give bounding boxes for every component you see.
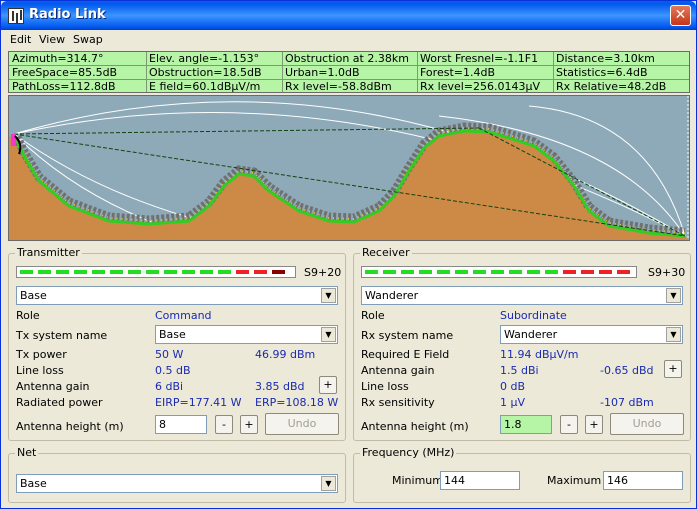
tx-role-value: Command — [155, 309, 212, 322]
info-elevation: Elev. angle=-1.153° — [149, 52, 260, 65]
rx-system-label: Rx system name — [361, 329, 454, 342]
rx-sens-label: Rx sensitivity — [361, 396, 435, 409]
info-rx-relative: Rx Relative=48.2dB — [556, 80, 667, 93]
net-group-label: Net — [15, 446, 39, 459]
net-value: Base — [20, 477, 47, 490]
tx-system-value: Base — [159, 328, 186, 341]
tx-gain-dbi: 6 dBi — [155, 380, 184, 393]
info-rx-level-dbm: Rx level=-58.8dBm — [285, 80, 392, 93]
rx-lineloss-label: Line loss — [361, 380, 409, 393]
frequency-min-input[interactable]: 144 — [440, 471, 520, 490]
menu-edit[interactable]: Edit — [10, 33, 31, 46]
info-obstruction-at: Obstruction at 2.38km — [285, 52, 409, 65]
receiver-group-label: Receiver — [360, 246, 412, 259]
rx-height-input[interactable]: 1.8 — [500, 415, 552, 434]
rx-system-value: Wanderer — [504, 328, 558, 341]
chevron-down-icon[interactable]: ▼ — [321, 288, 336, 303]
rx-signal-meter — [361, 266, 637, 278]
tx-lineloss-value: 0.5 dB — [155, 364, 191, 377]
rx-height-label: Antenna height (m) — [361, 420, 469, 433]
terrain-profile-svg — [9, 96, 689, 240]
rx-signal-label: S9+30 — [648, 266, 686, 279]
net-group: Net Base ▼ — [8, 446, 346, 503]
menu-swap[interactable]: Swap — [73, 33, 103, 46]
tx-system-select[interactable]: Base ▼ — [155, 325, 338, 344]
tx-role-label: Role — [16, 309, 40, 322]
tx-power-dbm: 46.99 dBm — [255, 348, 316, 361]
rx-height-minus-button[interactable]: - — [560, 415, 578, 434]
tx-power-label: Tx power — [16, 348, 67, 361]
frequency-min-label: Minimum — [392, 474, 443, 487]
tx-radiated-label: Radiated power — [16, 396, 103, 409]
rx-gain-dbi: 1.5 dBi — [500, 364, 539, 377]
tx-unit-select[interactable]: Base ▼ — [16, 286, 338, 305]
rx-height-plus-button[interactable]: + — [585, 415, 603, 434]
rx-undo-button[interactable]: Undo — [610, 413, 684, 435]
rx-role-value: Subordinate — [500, 309, 567, 322]
tx-lineloss-label: Line loss — [16, 364, 64, 377]
link-info-grid: Azimuth=314.7° Elev. angle=-1.153° Obstr… — [8, 51, 690, 93]
radio-link-window: Radio Link ✕ Edit View Swap Azimuth=314.… — [0, 0, 697, 509]
rx-sens-uv: 1 µV — [500, 396, 526, 409]
tx-height-label: Antenna height (m) — [16, 420, 124, 433]
rx-efield-label: Required E Field — [361, 348, 450, 361]
frequency-max-input[interactable]: 146 — [603, 471, 683, 490]
chevron-down-icon[interactable]: ▼ — [321, 476, 336, 491]
rx-role-label: Role — [361, 309, 385, 322]
tx-unit-value: Base — [20, 289, 47, 302]
info-efield: E field=60.1dBµV/m — [149, 80, 261, 93]
title-bar[interactable]: Radio Link ✕ — [1, 1, 696, 30]
close-button[interactable]: ✕ — [670, 5, 691, 26]
terrain-profile-view[interactable] — [8, 95, 690, 241]
tx-height-plus-button[interactable]: + — [240, 415, 258, 434]
window-title: Radio Link — [29, 7, 106, 22]
menu-view[interactable]: View — [39, 33, 65, 46]
transmitter-group-label: Transmitter — [15, 246, 82, 259]
tx-gain-plus-button[interactable]: + — [319, 376, 337, 394]
rx-gain-dbd: -0.65 dBd — [600, 364, 654, 377]
tx-undo-button[interactable]: Undo — [265, 413, 339, 435]
info-freespace: FreeSpace=85.5dB — [12, 66, 118, 79]
frequency-group: Frequency (MHz) Minimum 144 Maximum 146 — [353, 446, 691, 503]
tx-gain-label: Antenna gain — [16, 380, 90, 393]
tx-height-minus-button[interactable]: - — [215, 415, 233, 434]
tx-gain-dbd: 3.85 dBd — [255, 380, 305, 393]
rx-gain-plus-button[interactable]: + — [664, 360, 682, 378]
rx-unit-select[interactable]: Wanderer ▼ — [361, 286, 683, 305]
tx-signal-label: S9+20 — [304, 266, 342, 279]
rx-system-select[interactable]: Wanderer ▼ — [500, 325, 683, 344]
frequency-max-label: Maximum — [547, 474, 602, 487]
info-distance: Distance=3.10km — [556, 52, 655, 65]
info-pathloss: PathLoss=112.8dB — [12, 80, 116, 93]
tx-height-input[interactable]: 8 — [155, 415, 207, 434]
tx-eirp: EIRP=177.41 W — [155, 396, 242, 409]
menu-bar: Edit View Swap — [1, 30, 696, 49]
rx-unit-value: Wanderer — [365, 289, 419, 302]
frequency-group-label: Frequency (MHz) — [360, 446, 457, 459]
chevron-down-icon[interactable]: ▼ — [666, 327, 681, 342]
rx-efield-value: 11.94 dBµV/m — [500, 348, 579, 361]
tx-power-w: 50 W — [155, 348, 184, 361]
info-worst-fresnel: Worst Fresnel=-1.1F1 — [420, 52, 539, 65]
app-icon — [8, 8, 24, 24]
info-urban: Urban=1.0dB — [285, 66, 360, 79]
tx-erp: ERP=108.18 W — [255, 396, 339, 409]
info-azimuth: Azimuth=314.7° — [12, 52, 104, 65]
tx-system-label: Tx system name — [16, 329, 108, 342]
net-select[interactable]: Base ▼ — [16, 474, 338, 493]
info-statistics: Statistics=6.4dB — [556, 66, 648, 79]
rx-sens-dbm: -107 dBm — [600, 396, 654, 409]
info-forest: Forest=1.4dB — [420, 66, 495, 79]
diffraction-path-1 — [13, 127, 480, 135]
chevron-down-icon[interactable]: ▼ — [321, 327, 336, 342]
terrain-ground — [9, 131, 689, 240]
rx-lineloss-value: 0 dB — [500, 380, 526, 393]
info-obstruction: Obstruction=18.5dB — [149, 66, 262, 79]
receiver-group: Receiver S9+30 Wanderer ▼ Role Subordina… — [353, 246, 691, 441]
info-rx-level-uv: Rx level=256.0143µV — [420, 80, 541, 93]
tx-signal-meter — [16, 266, 296, 278]
rx-gain-label: Antenna gain — [361, 364, 435, 377]
chevron-down-icon[interactable]: ▼ — [666, 288, 681, 303]
transmitter-group: Transmitter S9+20 Base ▼ Role Command Tx… — [8, 246, 346, 441]
